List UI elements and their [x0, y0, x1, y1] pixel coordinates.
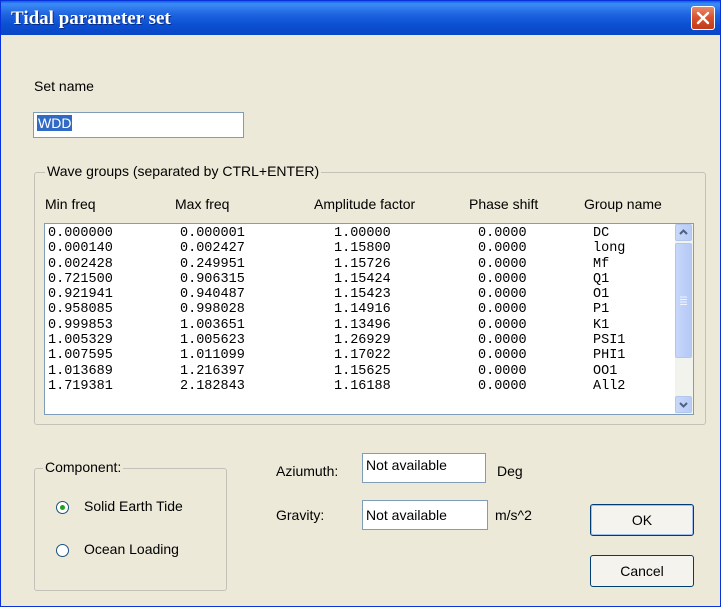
title-bar[interactable]: Tidal parameter set — [1, 1, 720, 35]
radio-label-ocean-loading[interactable]: Ocean Loading — [84, 541, 179, 557]
scroll-down-button[interactable] — [675, 396, 692, 413]
column-header-amplitude-factor: Amplitude factor — [314, 196, 416, 212]
azimuth-unit: Deg — [497, 463, 523, 479]
column-header-group-name: Group name — [584, 196, 662, 212]
gravity-unit: m/s^2 — [495, 507, 532, 523]
column-header-max-freq: Max freq — [175, 196, 230, 212]
column-header-min-freq: Min freq — [45, 196, 96, 212]
close-button[interactable] — [691, 6, 715, 30]
column-header-phase-shift: Phase shift — [469, 196, 539, 212]
radio-ocean-loading[interactable] — [56, 544, 69, 557]
gravity-field[interactable]: Not available — [362, 500, 488, 530]
azimuth-label: Aziumuth: — [276, 463, 339, 479]
close-icon — [696, 11, 710, 25]
azimuth-value: Not available — [366, 457, 447, 473]
component-legend: Component: — [43, 459, 124, 475]
radio-selected-dot — [60, 505, 65, 510]
cancel-button[interactable]: Cancel — [590, 555, 694, 587]
radio-solid-earth-tide[interactable] — [56, 501, 69, 514]
radio-label-solid-earth-tide[interactable]: Solid Earth Tide — [84, 498, 183, 514]
scroll-up-button[interactable] — [675, 224, 692, 241]
chevron-up-icon — [679, 229, 688, 235]
set-name-label: Set name — [34, 78, 94, 94]
ok-button[interactable]: OK — [590, 504, 694, 536]
tidal-parameter-dialog: Tidal parameter set Set name WDD Wave gr… — [0, 0, 721, 607]
chevron-down-icon — [679, 402, 688, 408]
set-name-input[interactable]: WDD — [33, 112, 244, 138]
gravity-value: Not available — [366, 507, 447, 523]
set-name-value: WDD — [37, 115, 73, 131]
wave-groups-legend: Wave groups (separated by CTRL+ENTER) — [45, 163, 322, 179]
scrollbar-thumb[interactable] — [675, 243, 692, 358]
component-groupbox — [34, 468, 227, 591]
dialog-title: Tidal parameter set — [11, 8, 171, 29]
azimuth-field[interactable]: Not available — [362, 453, 486, 483]
vertical-scrollbar[interactable] — [675, 224, 693, 414]
wave-groups-textarea[interactable]: 0.000000 0.000001 1.00000 0.0000 DC 0.000140… — [44, 223, 694, 415]
grip-icon — [680, 296, 687, 305]
gravity-label: Gravity: — [276, 507, 325, 523]
